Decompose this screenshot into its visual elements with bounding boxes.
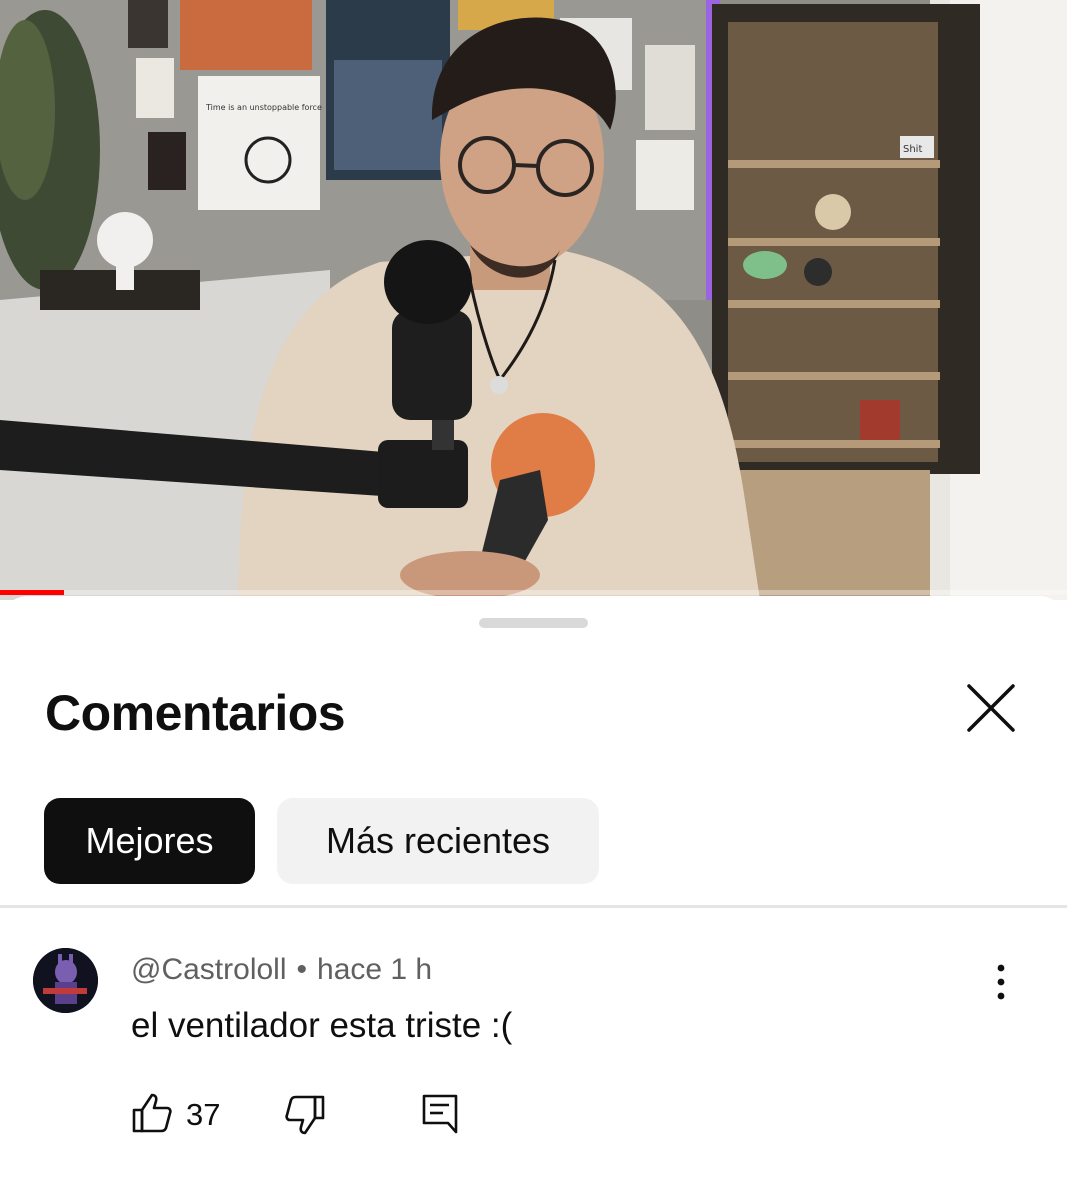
video-progress-bar[interactable] — [0, 590, 1067, 595]
drag-handle[interactable] — [479, 618, 588, 628]
comment-author[interactable]: @Castrololl — [131, 953, 287, 986]
video-player[interactable]: Time is an unstoppable force Shit — [0, 0, 1067, 600]
avatar[interactable] — [33, 948, 98, 1013]
thumb-up-icon — [132, 1093, 172, 1133]
video-progress-fill — [0, 590, 65, 595]
comment-options-button[interactable] — [985, 962, 1017, 1002]
box-label: Shit — [903, 144, 922, 155]
close-button[interactable] — [960, 682, 1022, 738]
reply-button[interactable] — [420, 1092, 460, 1134]
video-frame: Time is an unstoppable force Shit — [0, 0, 1067, 600]
meta-separator: • — [296, 953, 308, 986]
thumb-down-icon — [285, 1095, 325, 1135]
comments-sheet: Comentarios Mejores Más recientes @Castr… — [0, 596, 1067, 1200]
dislike-button[interactable] — [283, 1093, 327, 1137]
reply-comment-icon — [422, 1094, 458, 1134]
more-vert-icon — [997, 964, 1005, 1000]
comment-time: hace 1 h — [317, 953, 433, 986]
filter-chip-newest[interactable]: Más recientes — [277, 798, 599, 884]
like-count: 37 — [186, 1097, 221, 1132]
poster-caption: Time is an unstoppable force — [205, 103, 322, 112]
avatar-image — [33, 948, 98, 1013]
like-button[interactable] — [130, 1091, 174, 1135]
divider — [0, 905, 1067, 908]
close-icon — [967, 684, 1015, 732]
comment-meta: @Castrololl • hace 1 h — [131, 953, 432, 987]
comment-text: el ventilador esta triste :( — [131, 1006, 513, 1045]
filter-chip-top[interactable]: Mejores — [44, 798, 255, 884]
comments-title: Comentarios — [45, 685, 346, 741]
